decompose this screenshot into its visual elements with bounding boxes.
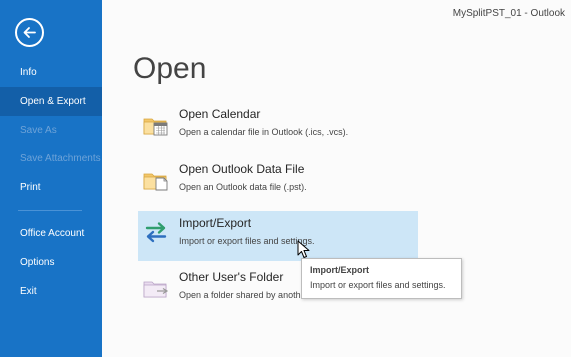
- option-title: Import/Export: [179, 216, 252, 230]
- window-title: MySplitPST_01 - Outlook: [452, 8, 565, 19]
- option-title: Other User's Folder: [179, 270, 284, 284]
- nav-save-attachments: Save Attachments: [20, 153, 101, 164]
- mouse-cursor-icon: [297, 240, 310, 258]
- main-panel: MySplitPST_01 - Outlook Open Open Calend…: [102, 0, 571, 357]
- nav-info[interactable]: Info: [0, 58, 102, 87]
- option-description: Open a calendar file in Outlook (.ics, .…: [179, 127, 349, 137]
- page-title: Open: [133, 52, 207, 85]
- import-export-arrows-icon: [145, 222, 167, 243]
- nav-open-export[interactable]: Open & Export: [0, 87, 102, 116]
- nav-exit[interactable]: Exit: [0, 277, 102, 306]
- calendar-folder-icon: [143, 118, 168, 136]
- import-export-option[interactable]: Import/Export Import or export files and…: [138, 211, 418, 261]
- option-description: Open a folder shared by anoth: [179, 290, 301, 300]
- option-title: Open Outlook Data File: [179, 162, 305, 176]
- option-title: Open Calendar: [179, 107, 261, 121]
- shared-folder-icon: [143, 281, 169, 298]
- import-export-tooltip: Import/Export Import or export files and…: [301, 258, 462, 299]
- option-description: Import or export files and settings.: [179, 236, 315, 246]
- nav-office-account[interactable]: Office Account: [0, 219, 102, 248]
- tooltip-description: Import or export files and settings.: [310, 280, 446, 290]
- backstage-sidebar: Info Open & Export Save As Save Attachme…: [0, 0, 102, 357]
- data-file-folder-icon: [143, 173, 168, 191]
- nav-options[interactable]: Options: [0, 248, 102, 277]
- back-arrow-icon: [23, 27, 36, 38]
- tooltip-title: Import/Export: [310, 265, 370, 275]
- nav-save-as: Save As: [20, 125, 57, 136]
- back-button[interactable]: [15, 18, 44, 47]
- option-description: Open an Outlook data file (.pst).: [179, 182, 307, 192]
- open-data-file-option[interactable]: Open Outlook Data File Open an Outlook d…: [138, 157, 418, 207]
- nav-print[interactable]: Print: [0, 173, 102, 202]
- nav-divider: [18, 210, 82, 211]
- open-calendar-option[interactable]: Open Calendar Open a calendar file in Ou…: [138, 102, 418, 152]
